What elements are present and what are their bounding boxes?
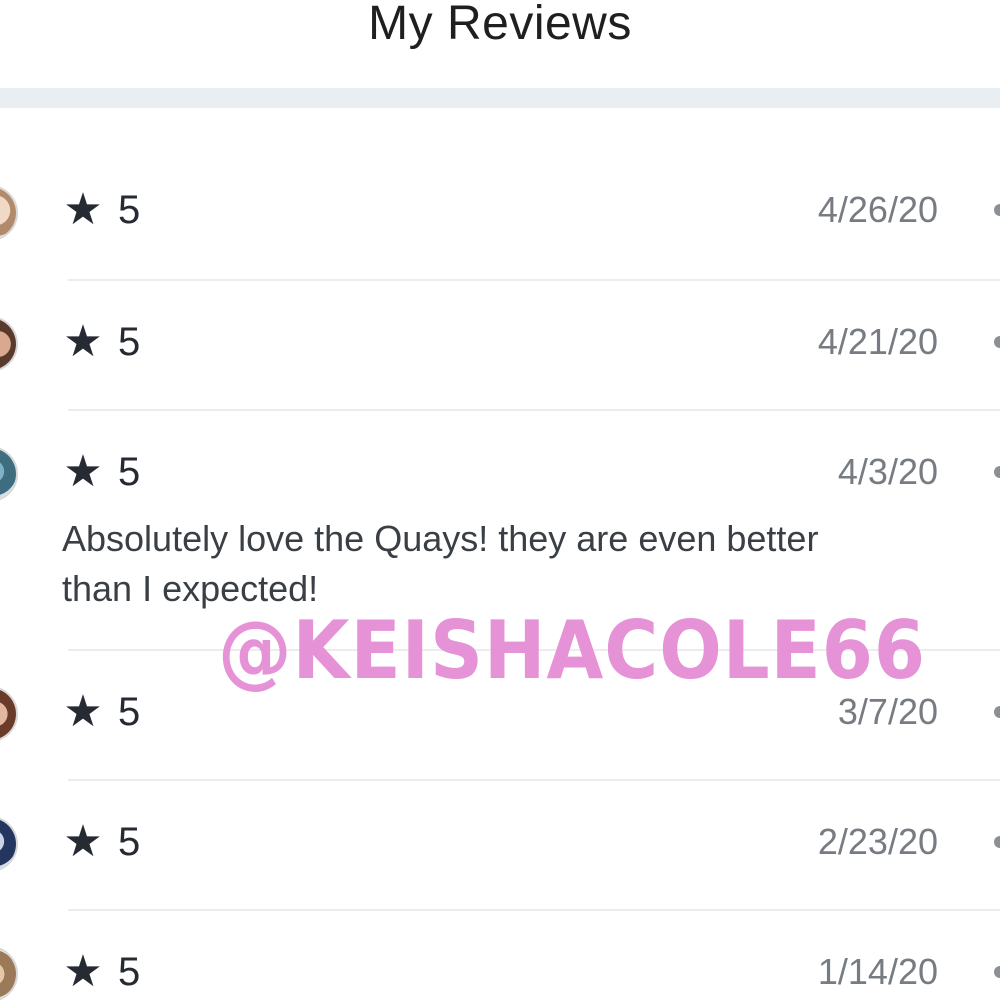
star-icon: ★ (63, 687, 103, 736)
review-date: 4/26/20 (817, 189, 938, 230)
row-divider (68, 279, 1000, 281)
rating-value: 5 (118, 690, 141, 734)
review-row[interactable]: ★ 5 2/23/20 (0, 790, 1000, 910)
review-row[interactable]: ★ 5 4/21/20 (0, 290, 1000, 410)
rating: ★ 5 (62, 447, 141, 496)
more-icon[interactable] (994, 706, 1000, 718)
more-icon[interactable] (994, 204, 1000, 216)
review-row[interactable]: ★ 5 4/26/20 (0, 160, 1000, 280)
review-text: Absolutely love the Quays! they are even… (62, 518, 819, 609)
rating: ★ 5 (62, 317, 141, 366)
avatar[interactable] (0, 946, 18, 1000)
rating-value: 5 (118, 320, 141, 364)
rating: ★ 5 (62, 687, 141, 736)
star-icon: ★ (63, 185, 103, 234)
rating-value: 5 (118, 820, 141, 864)
rating: ★ 5 (62, 817, 141, 866)
avatar[interactable] (0, 816, 18, 872)
avatar[interactable] (0, 446, 18, 502)
rating-value: 5 (118, 188, 141, 232)
avatar[interactable] (0, 686, 18, 742)
star-icon: ★ (63, 447, 103, 496)
page-title: My Reviews (368, 0, 632, 50)
row-divider (68, 409, 1000, 411)
rating-value: 5 (118, 450, 141, 494)
review-date: 2/23/20 (817, 821, 938, 862)
row-divider (68, 909, 1000, 911)
more-icon[interactable] (994, 336, 1000, 348)
header: My Reviews (0, 0, 1000, 88)
rating: ★ 5 (62, 947, 141, 996)
watermark-handle: @KEISHACOLE66 (218, 604, 926, 697)
more-icon[interactable] (994, 966, 1000, 978)
review-date: 4/21/20 (817, 321, 938, 362)
star-icon: ★ (63, 947, 103, 996)
more-icon[interactable] (994, 836, 1000, 848)
more-icon[interactable] (994, 466, 1000, 478)
review-date: 1/14/20 (817, 951, 938, 992)
avatar[interactable] (0, 185, 18, 241)
rating-value: 5 (118, 950, 141, 994)
avatar[interactable] (0, 316, 18, 372)
rating: ★ 5 (62, 185, 141, 234)
reviews-screen: My Reviews ★ 5 4/26/20 ★ 5 4/21/20 ★ 5 4… (0, 0, 1000, 1000)
review-row[interactable]: ★ 5 1/14/20 (0, 920, 1000, 1000)
row-divider (68, 779, 1000, 781)
star-icon: ★ (63, 317, 103, 366)
star-icon: ★ (63, 817, 103, 866)
review-date: 4/3/20 (837, 451, 938, 492)
header-divider-band (0, 88, 1000, 108)
